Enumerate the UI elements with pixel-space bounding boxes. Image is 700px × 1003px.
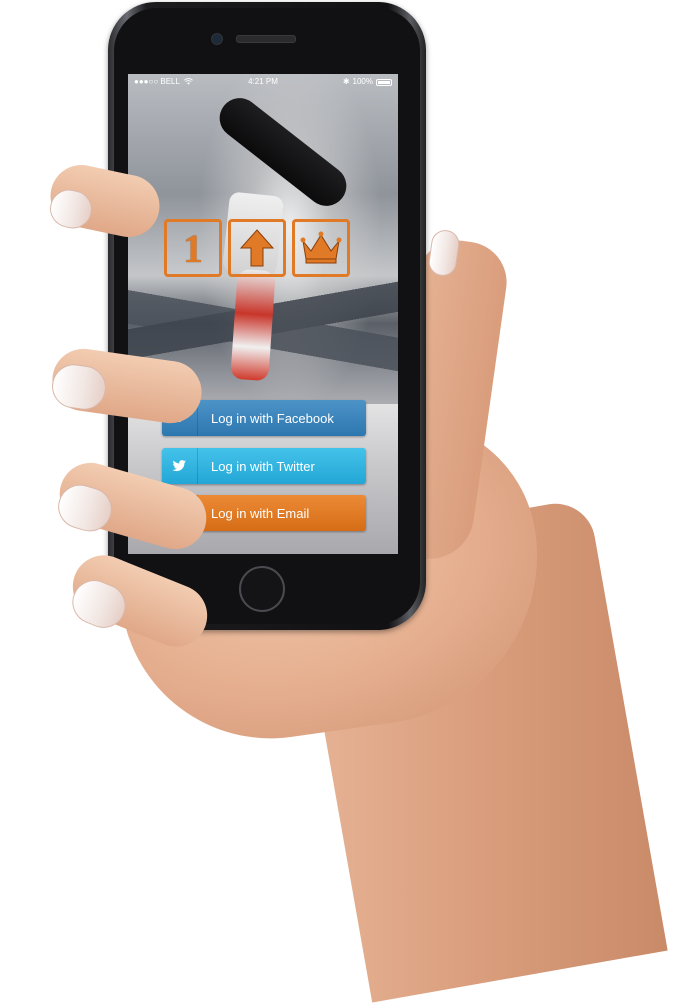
battery-status: ✱ 100% [343, 74, 392, 90]
facebook-login-label: Log in with Facebook [211, 410, 334, 426]
logo-tile-number: 1 [164, 219, 222, 277]
rider-pants [230, 268, 276, 382]
logo-tile-crown [292, 219, 350, 277]
battery-icon [376, 78, 392, 86]
home-button[interactable] [239, 566, 285, 612]
twitter-login-label: Log in with Twitter [211, 458, 315, 474]
twitter-icon [162, 448, 198, 484]
logo-tile-arrow [228, 219, 286, 277]
crown-icon [300, 231, 342, 264]
battery-percent: 100% [352, 77, 373, 86]
app-logo: 1 [164, 219, 350, 277]
bluetooth-icon: ✱ [342, 77, 350, 86]
arrow-up-icon [239, 229, 275, 267]
email-login-label: Log in with Email [211, 505, 310, 521]
app-screen: ●●●○○ BELL 4:21 PM ✱ 100% 1 Log in with … [128, 74, 398, 554]
earpiece-speaker [236, 35, 296, 43]
logo-number: 1 [183, 225, 203, 271]
status-bar: ●●●○○ BELL 4:21 PM ✱ 100% [128, 74, 398, 90]
front-camera [211, 33, 223, 45]
twitter-login-button[interactable]: Log in with Twitter [162, 448, 366, 484]
